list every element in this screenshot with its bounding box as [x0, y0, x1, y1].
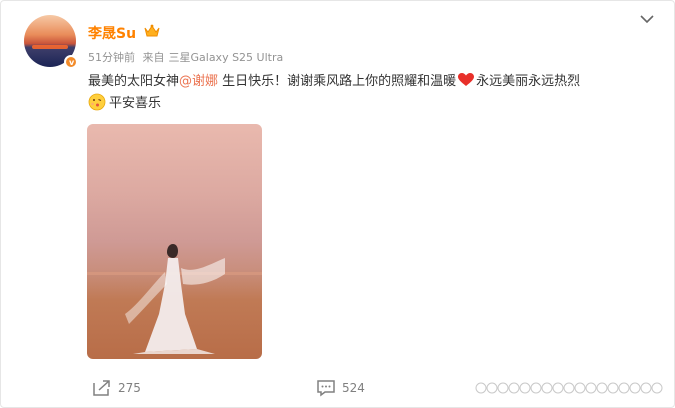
chevron-down-icon[interactable] [638, 13, 656, 25]
post-photo[interactable] [87, 124, 262, 359]
verified-badge: v [64, 55, 78, 69]
repost-count: 275 [118, 381, 141, 395]
source-device[interactable]: 三星Galaxy S25 Ultra [169, 51, 284, 64]
heart-icon [458, 73, 475, 86]
post-text-middle: 生日快乐！谢谢乘风路上你的照耀和温暖 [218, 74, 457, 89]
crown-icon[interactable] [144, 24, 160, 38]
woman-in-white-dress [125, 244, 225, 354]
post-line-2: 平安喜乐 [88, 93, 663, 115]
verified-mark: v [69, 58, 75, 67]
post-text-line2: 平安喜乐 [109, 96, 162, 111]
kiss-face-icon [88, 93, 106, 111]
like-avatars-strip[interactable] [475, 382, 665, 394]
post-text-start: 最美的太阳女神 [88, 74, 180, 89]
post-time[interactable]: 51分钟前 [88, 51, 135, 64]
sunset-graphic [32, 45, 68, 49]
post-text-end: 永远美丽永远热烈 [476, 74, 581, 89]
post-content: 最美的太阳女神@谢娜 生日快乐！谢谢乘风路上你的照耀和温暖 永远美丽永远热烈 平安… [88, 71, 663, 115]
comment-icon [317, 380, 335, 397]
username[interactable]: 李晟Su [88, 23, 136, 43]
repost-button[interactable]: 275 [92, 373, 141, 403]
mention-link[interactable]: @谢娜 [179, 74, 218, 89]
post-line-1: 最美的太阳女神@谢娜 生日快乐！谢谢乘风路上你的照耀和温暖 永远美丽永远热烈 [88, 71, 663, 93]
comment-button[interactable]: 524 [316, 373, 365, 403]
source-prefix: 来自 [142, 51, 165, 64]
repost-icon [93, 380, 110, 396]
comment-count: 524 [342, 381, 365, 395]
action-bar: 275 524 [1, 373, 675, 403]
weibo-post-card: v 李晟Su 51分钟前 来自 三星Galaxy S25 Ultra 最美的太阳女… [0, 0, 675, 408]
post-meta: 51分钟前 来自 三星Galaxy S25 Ultra [88, 49, 287, 65]
